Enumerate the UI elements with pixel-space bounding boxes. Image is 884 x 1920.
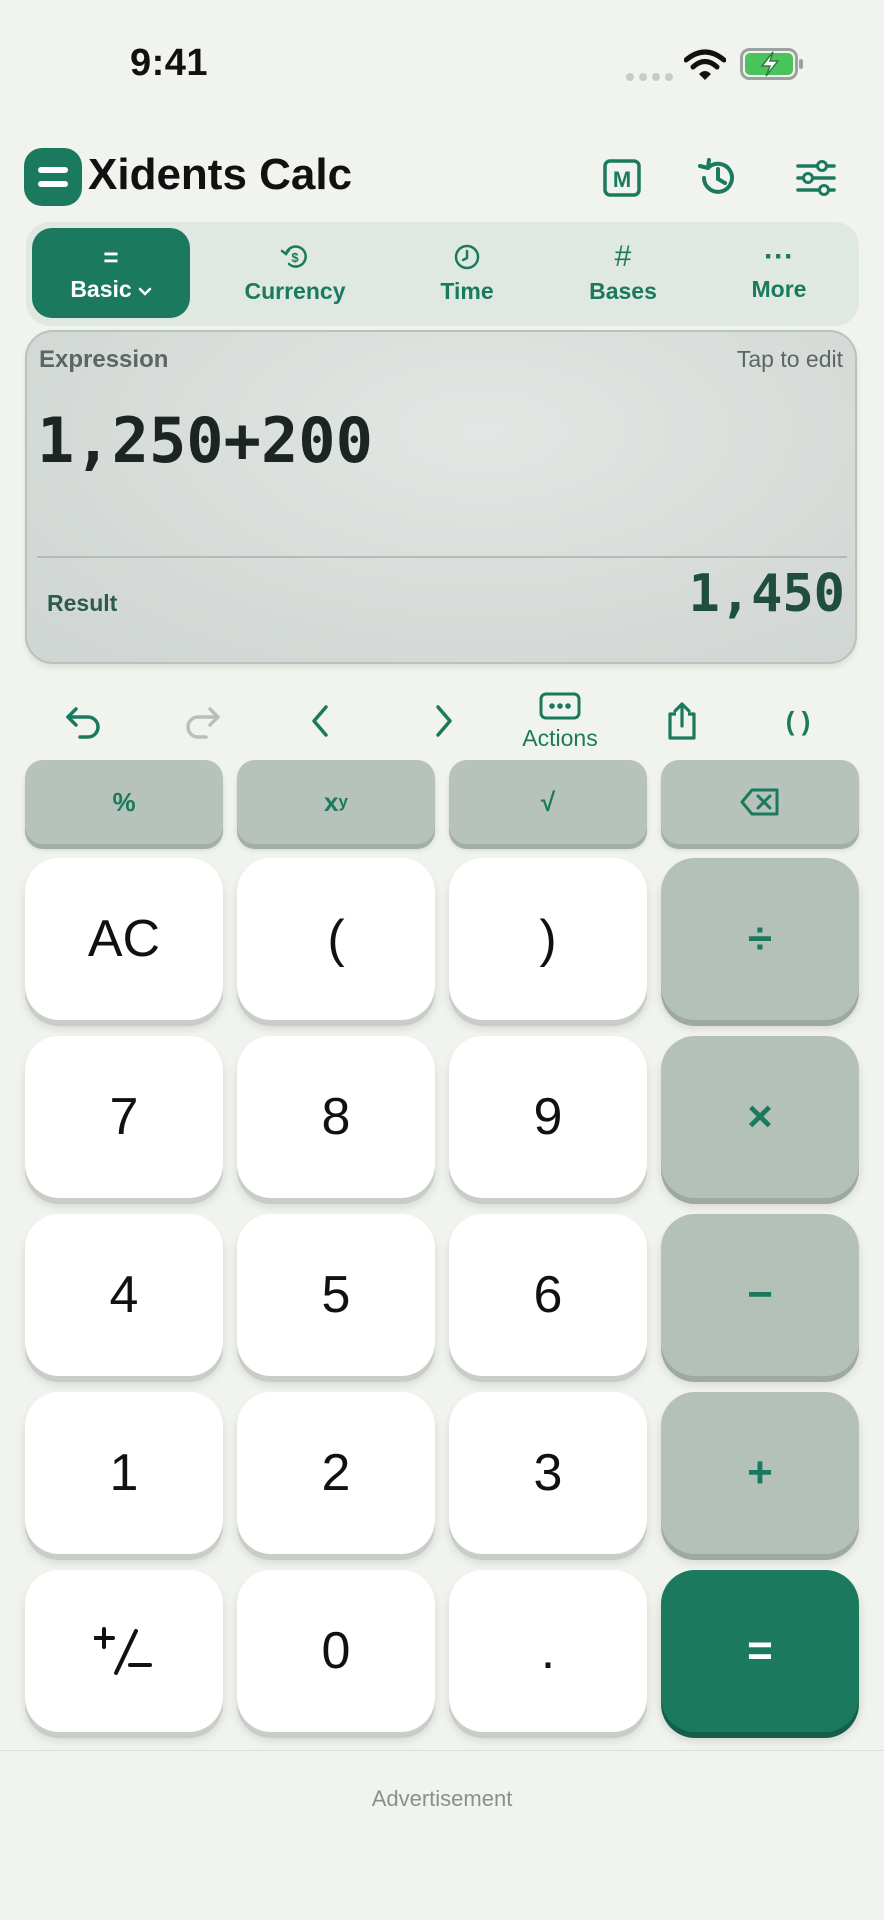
backspace-icon	[740, 788, 779, 816]
wifi-icon	[684, 49, 726, 80]
decimal-key[interactable]: .	[449, 1570, 647, 1732]
digit-7-key[interactable]: 7	[25, 1036, 223, 1198]
expression-text[interactable]: 1,250+200	[37, 404, 373, 477]
tab-more[interactable]: ··· More	[700, 228, 858, 318]
tap-to-edit-hint: Tap to edit	[736, 346, 843, 372]
plus-minus-key[interactable]	[25, 1570, 223, 1732]
chevron-down-icon	[138, 287, 151, 296]
history-button[interactable]	[690, 150, 746, 206]
tab-basic-label: Basic	[70, 275, 132, 302]
parentheses-button[interactable]: ( )	[770, 686, 826, 756]
power-key[interactable]: xy	[237, 760, 435, 844]
currency-icon: $	[280, 244, 307, 268]
sliders-icon	[796, 160, 836, 196]
memory-button[interactable]: M	[594, 150, 650, 206]
digit-1-key[interactable]: 1	[25, 1392, 223, 1554]
all-clear-key[interactable]: AC	[25, 858, 223, 1020]
memory-label: M	[613, 167, 631, 192]
tab-more-label: More	[751, 275, 807, 302]
plus-minus-icon	[94, 1627, 152, 1675]
settings-button[interactable]	[788, 150, 844, 206]
status-time: 9:41	[130, 42, 209, 84]
hash-icon: #	[614, 239, 632, 273]
digit-6-key[interactable]: 6	[449, 1214, 647, 1376]
power-base: x	[324, 786, 339, 817]
tab-time[interactable]: Time	[388, 228, 546, 318]
cursor-left-button[interactable]	[298, 686, 342, 756]
plus-key[interactable]: +	[661, 1392, 859, 1554]
digit-2-key[interactable]: 2	[237, 1392, 435, 1554]
digit-5-key[interactable]: 5	[237, 1214, 435, 1376]
actions-button[interactable]: Actions	[510, 686, 610, 756]
mode-tabs: = Basic $ Currency Time # Bases ··· More	[26, 222, 859, 326]
chevron-left-icon	[312, 705, 328, 737]
share-button[interactable]	[654, 686, 710, 756]
equals-icon: =	[103, 241, 119, 272]
app-title: Xidents Calc	[88, 150, 353, 199]
app-logo-icon	[24, 148, 82, 206]
ad-divider	[0, 1750, 884, 1751]
redo-icon	[186, 707, 220, 739]
digit-0-key[interactable]: 0	[237, 1570, 435, 1732]
cursor-right-button[interactable]	[422, 686, 466, 756]
multiply-key[interactable]: ×	[661, 1036, 859, 1198]
advertisement-label: Advertisement	[371, 1786, 513, 1811]
right-paren-key[interactable]: )	[449, 858, 647, 1020]
expression-label: Expression	[39, 346, 169, 373]
tab-bases-label: Bases	[589, 277, 657, 304]
chevron-right-icon	[436, 705, 452, 737]
digit-4-key[interactable]: 4	[25, 1214, 223, 1376]
percent-key[interactable]: %	[25, 760, 223, 844]
result-value: 1,450	[688, 564, 845, 624]
svg-text:$: $	[291, 250, 299, 265]
digit-8-key[interactable]: 8	[237, 1036, 435, 1198]
redo-button[interactable]	[172, 686, 232, 756]
clock-icon	[454, 244, 480, 269]
undo-icon	[66, 707, 100, 739]
tab-basic[interactable]: = Basic	[32, 228, 190, 318]
share-icon	[668, 702, 696, 740]
history-icon	[698, 158, 734, 194]
calculator-display[interactable]: Expression Tap to edit 1,250+200 Result …	[25, 330, 857, 664]
memory-icon: M	[603, 159, 641, 197]
equals-key[interactable]: =	[661, 1570, 859, 1732]
parentheses-label: ( )	[785, 705, 811, 736]
actions-icon	[539, 692, 581, 719]
battery-charging-icon	[740, 48, 803, 80]
undo-button[interactable]	[54, 686, 114, 756]
digit-9-key[interactable]: 9	[449, 1036, 647, 1198]
sqrt-key[interactable]: √	[449, 760, 647, 844]
backspace-key[interactable]	[661, 760, 859, 844]
tab-currency[interactable]: $ Currency	[216, 228, 374, 318]
left-paren-key[interactable]: (	[237, 858, 435, 1020]
minus-key[interactable]: −	[661, 1214, 859, 1376]
divide-key[interactable]: ÷	[661, 858, 859, 1020]
tab-time-label: Time	[440, 277, 494, 304]
power-exponent: y	[338, 792, 348, 811]
result-label: Result	[47, 590, 118, 616]
actions-label: Actions	[522, 724, 598, 751]
tab-currency-label: Currency	[244, 277, 346, 304]
cellular-signal-icon	[626, 68, 678, 86]
display-divider	[37, 556, 847, 558]
digit-3-key[interactable]: 3	[449, 1392, 647, 1554]
more-icon: ···	[764, 239, 794, 273]
tab-bases[interactable]: # Bases	[544, 228, 702, 318]
